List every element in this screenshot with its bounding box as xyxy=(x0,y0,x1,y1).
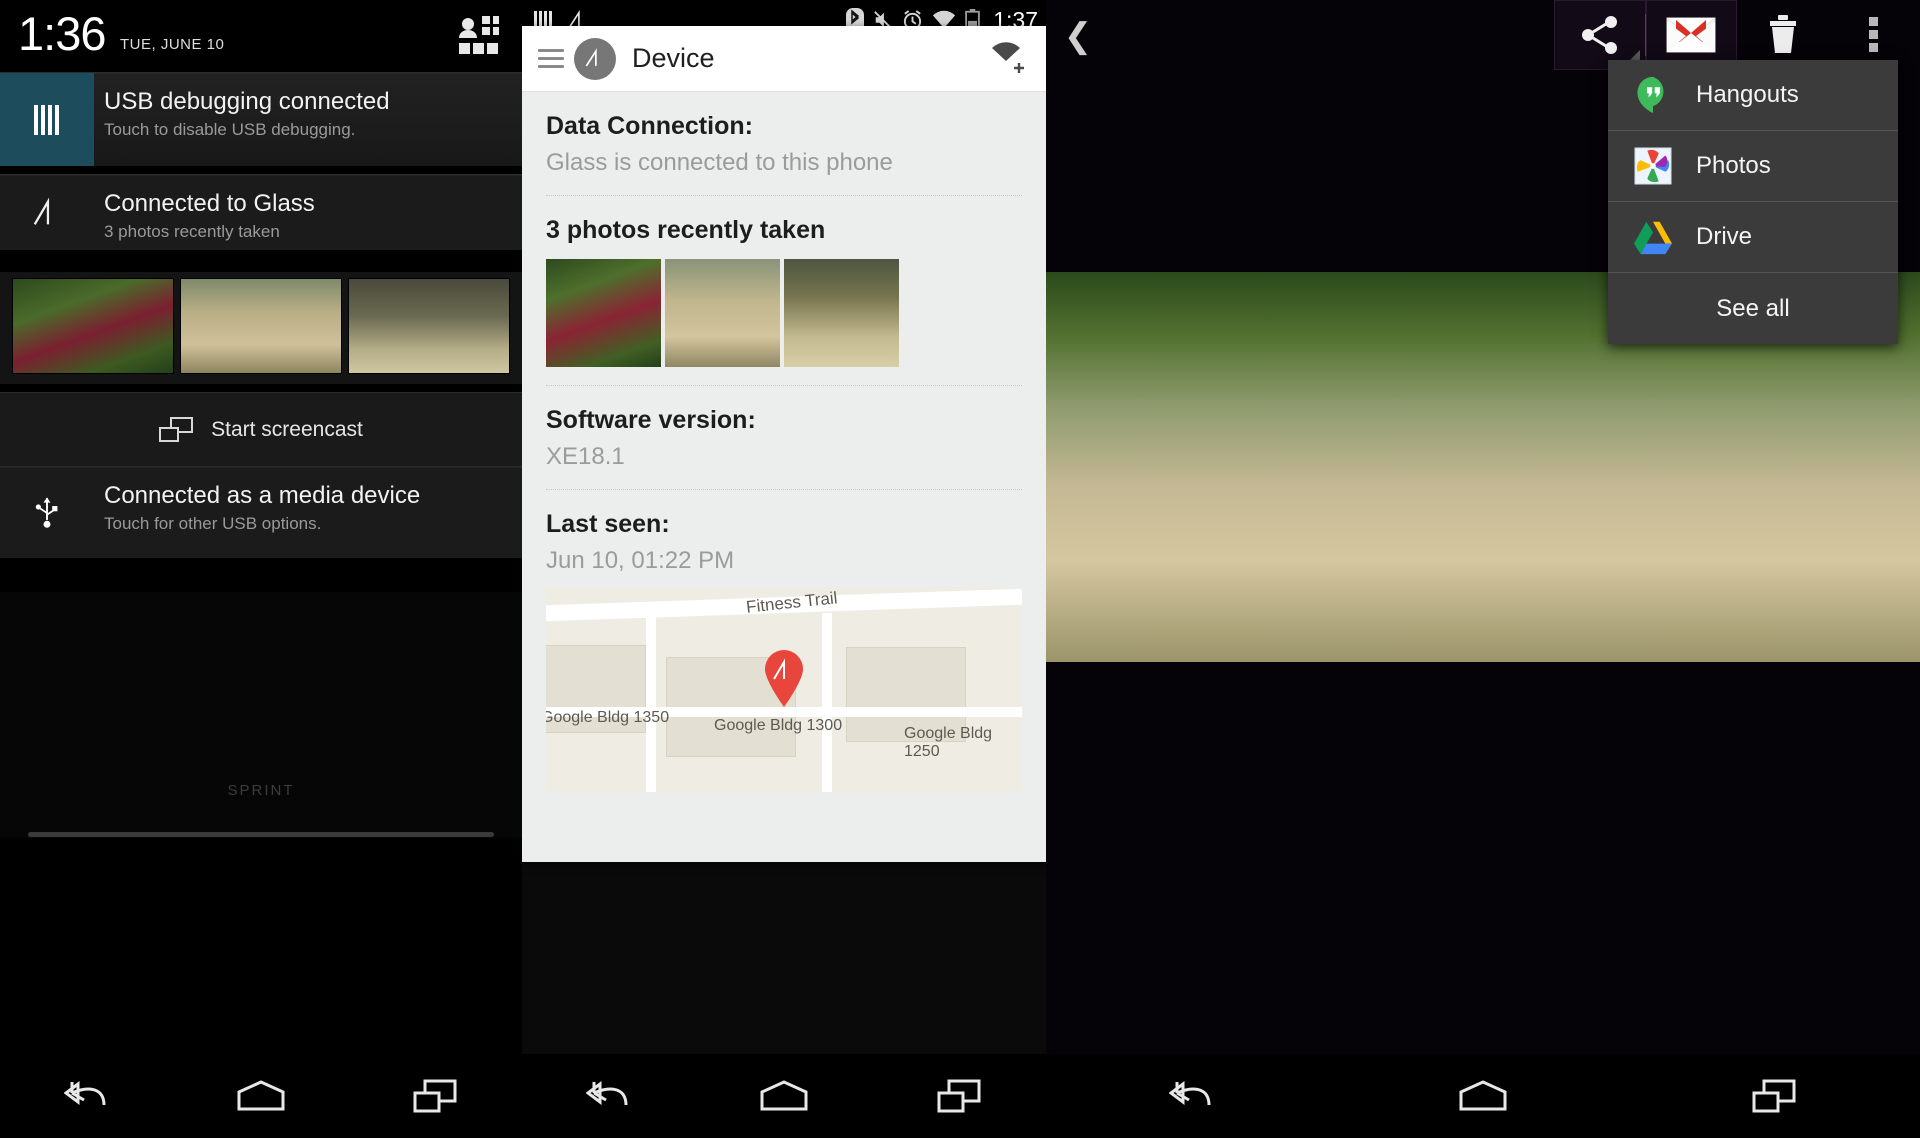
hamburger-menu-icon[interactable] xyxy=(538,49,564,68)
usb-icon xyxy=(0,467,94,558)
recents-button[interactable] xyxy=(387,1067,483,1125)
section-value: Glass is connected to this phone xyxy=(546,149,893,176)
home-button[interactable] xyxy=(736,1067,832,1125)
carrier-label: SPRINT xyxy=(227,782,295,799)
share-target-menu: Hangouts Photos Drive See all xyxy=(1608,60,1898,344)
glass-logo-icon xyxy=(574,37,616,80)
photo-thumbnail[interactable] xyxy=(546,259,661,367)
section-label: Last seen: xyxy=(546,510,670,538)
notification-media-device[interactable]: Connected as a media device Touch for ot… xyxy=(0,466,522,558)
home-icon xyxy=(1459,1080,1507,1111)
notification-title: USB debugging connected xyxy=(104,88,390,115)
recent-photos-row[interactable] xyxy=(546,259,1022,367)
recents-button[interactable] xyxy=(911,1067,1007,1125)
wifi-add-icon[interactable] xyxy=(986,39,1030,79)
panel1-status-bar: 1:36 TUE, JUNE 10 xyxy=(0,0,522,72)
glass-device-card: Device Data Connection: Glass is connect… xyxy=(522,26,1046,862)
menu-item-label: Photos xyxy=(1696,152,1771,179)
map-road xyxy=(646,613,656,792)
recents-icon xyxy=(1752,1079,1796,1113)
quick-settings-grid-icon[interactable] xyxy=(456,14,500,58)
photos-icon xyxy=(1634,147,1672,185)
map-label-bldg-1300: Google Bldg 1300 xyxy=(714,717,843,734)
section-data-connection: Data Connection: Glass is connected to t… xyxy=(546,92,1022,196)
back-icon xyxy=(586,1081,628,1106)
hangouts-icon xyxy=(1637,76,1664,114)
panel-glass-companion-app: 1:37 Device Data Connection: Glass is co… xyxy=(522,0,1046,1138)
navigation-bar-panel3 xyxy=(1046,1054,1920,1138)
menu-item-label: See all xyxy=(1716,294,1790,322)
back-button[interactable] xyxy=(39,1067,135,1125)
notification-subtitle: Touch to disable USB debugging. xyxy=(104,120,356,139)
app-bar: Device xyxy=(522,26,1046,92)
navigation-bar-panel2 xyxy=(522,1054,1046,1138)
status-clock: 1:36 xyxy=(18,7,106,60)
notification-title: Connected as a media device xyxy=(104,482,421,509)
section-value: XE18.1 xyxy=(546,443,625,470)
section-last-seen: Last seen: Jun 10, 01:22 PM Fitness Trai… xyxy=(546,490,1022,810)
notification-title: Connected to Glass xyxy=(104,190,315,217)
menu-item-drive[interactable]: Drive xyxy=(1608,202,1898,273)
section-value: Jun 10, 01:22 PM xyxy=(546,547,735,574)
back-icon xyxy=(1168,1081,1211,1106)
photo-thumbnail[interactable] xyxy=(12,278,174,374)
back-icon xyxy=(64,1081,106,1106)
menu-item-photos[interactable]: Photos xyxy=(1608,131,1898,202)
screencast-label: Start screencast xyxy=(211,417,363,441)
map-road xyxy=(822,613,832,792)
photo-thumbnail[interactable] xyxy=(348,278,510,374)
map-label-bldg-1250: Google Bldg 1250 xyxy=(904,725,993,760)
back-button[interactable] xyxy=(561,1067,657,1125)
section-label: Software version: xyxy=(546,406,756,434)
menu-item-label: Drive xyxy=(1696,223,1753,250)
home-icon xyxy=(237,1080,285,1111)
panel-notification-shade: 1:36 TUE, JUNE 10 USB debugging connecte… xyxy=(0,0,522,1138)
status-date: TUE, JUNE 10 xyxy=(120,36,225,53)
section-label: 3 photos recently taken xyxy=(546,216,826,244)
section-label: Data Connection: xyxy=(546,112,753,140)
panel-photo-share: ❮ Hangouts Photos Drive See all xyxy=(1046,0,1920,1138)
usb-debug-bars-icon xyxy=(0,73,94,166)
three-panel-screenshot: 1:36 TUE, JUNE 10 USB debugging connecte… xyxy=(0,0,1920,1138)
section-recent-photos: 3 photos recently taken xyxy=(546,196,1022,386)
navigation-bar-panel1 xyxy=(0,1054,522,1138)
notification-subtitle: Touch for other USB options. xyxy=(104,514,322,533)
gmail-icon xyxy=(1666,17,1716,53)
screencast-icon xyxy=(159,416,194,442)
home-icon xyxy=(760,1080,808,1111)
page-title: Device xyxy=(632,43,715,73)
glass-logo-icon xyxy=(0,175,94,250)
shade-empty-area xyxy=(0,592,522,838)
section-software-version: Software version: XE18.1 xyxy=(546,386,1022,490)
share-icon xyxy=(1581,16,1617,54)
home-button[interactable] xyxy=(213,1067,309,1125)
photo-thumbnail[interactable] xyxy=(665,259,780,367)
trash-icon xyxy=(1769,15,1796,53)
glass-location-pin-icon xyxy=(765,650,803,707)
overflow-menu-icon xyxy=(1869,17,1879,52)
home-button[interactable] xyxy=(1435,1067,1531,1125)
menu-item-see-all[interactable]: See all xyxy=(1608,273,1898,344)
last-seen-map[interactable]: Fitness Trail Google Bldg 1350 Google Bl… xyxy=(546,587,1022,792)
start-screencast-button[interactable]: Start screencast xyxy=(0,392,522,466)
drive-icon xyxy=(1634,221,1672,255)
notification-usb-debugging[interactable]: USB debugging connected Touch to disable… xyxy=(0,72,522,166)
photo-thumbnail[interactable] xyxy=(180,278,342,374)
back-button[interactable] xyxy=(1144,1067,1240,1125)
menu-item-label: Hangouts xyxy=(1696,81,1799,108)
notification-photo-strip[interactable] xyxy=(0,272,522,384)
back-chevron-icon[interactable]: ❮ xyxy=(1058,14,1098,58)
recents-icon xyxy=(413,1079,457,1113)
photo-thumbnail[interactable] xyxy=(784,259,899,367)
recents-icon xyxy=(937,1079,981,1113)
map-label-bldg-1350: Google Bldg 1350 xyxy=(546,709,670,726)
recents-button[interactable] xyxy=(1726,1067,1822,1125)
notification-connected-to-glass[interactable]: Connected to Glass 3 photos recently tak… xyxy=(0,174,522,250)
menu-item-hangouts[interactable]: Hangouts xyxy=(1608,60,1898,131)
shade-drag-handle[interactable] xyxy=(28,832,494,837)
notification-subtitle: 3 photos recently taken xyxy=(104,222,280,241)
device-info-list: Data Connection: Glass is connected to t… xyxy=(522,92,1046,810)
